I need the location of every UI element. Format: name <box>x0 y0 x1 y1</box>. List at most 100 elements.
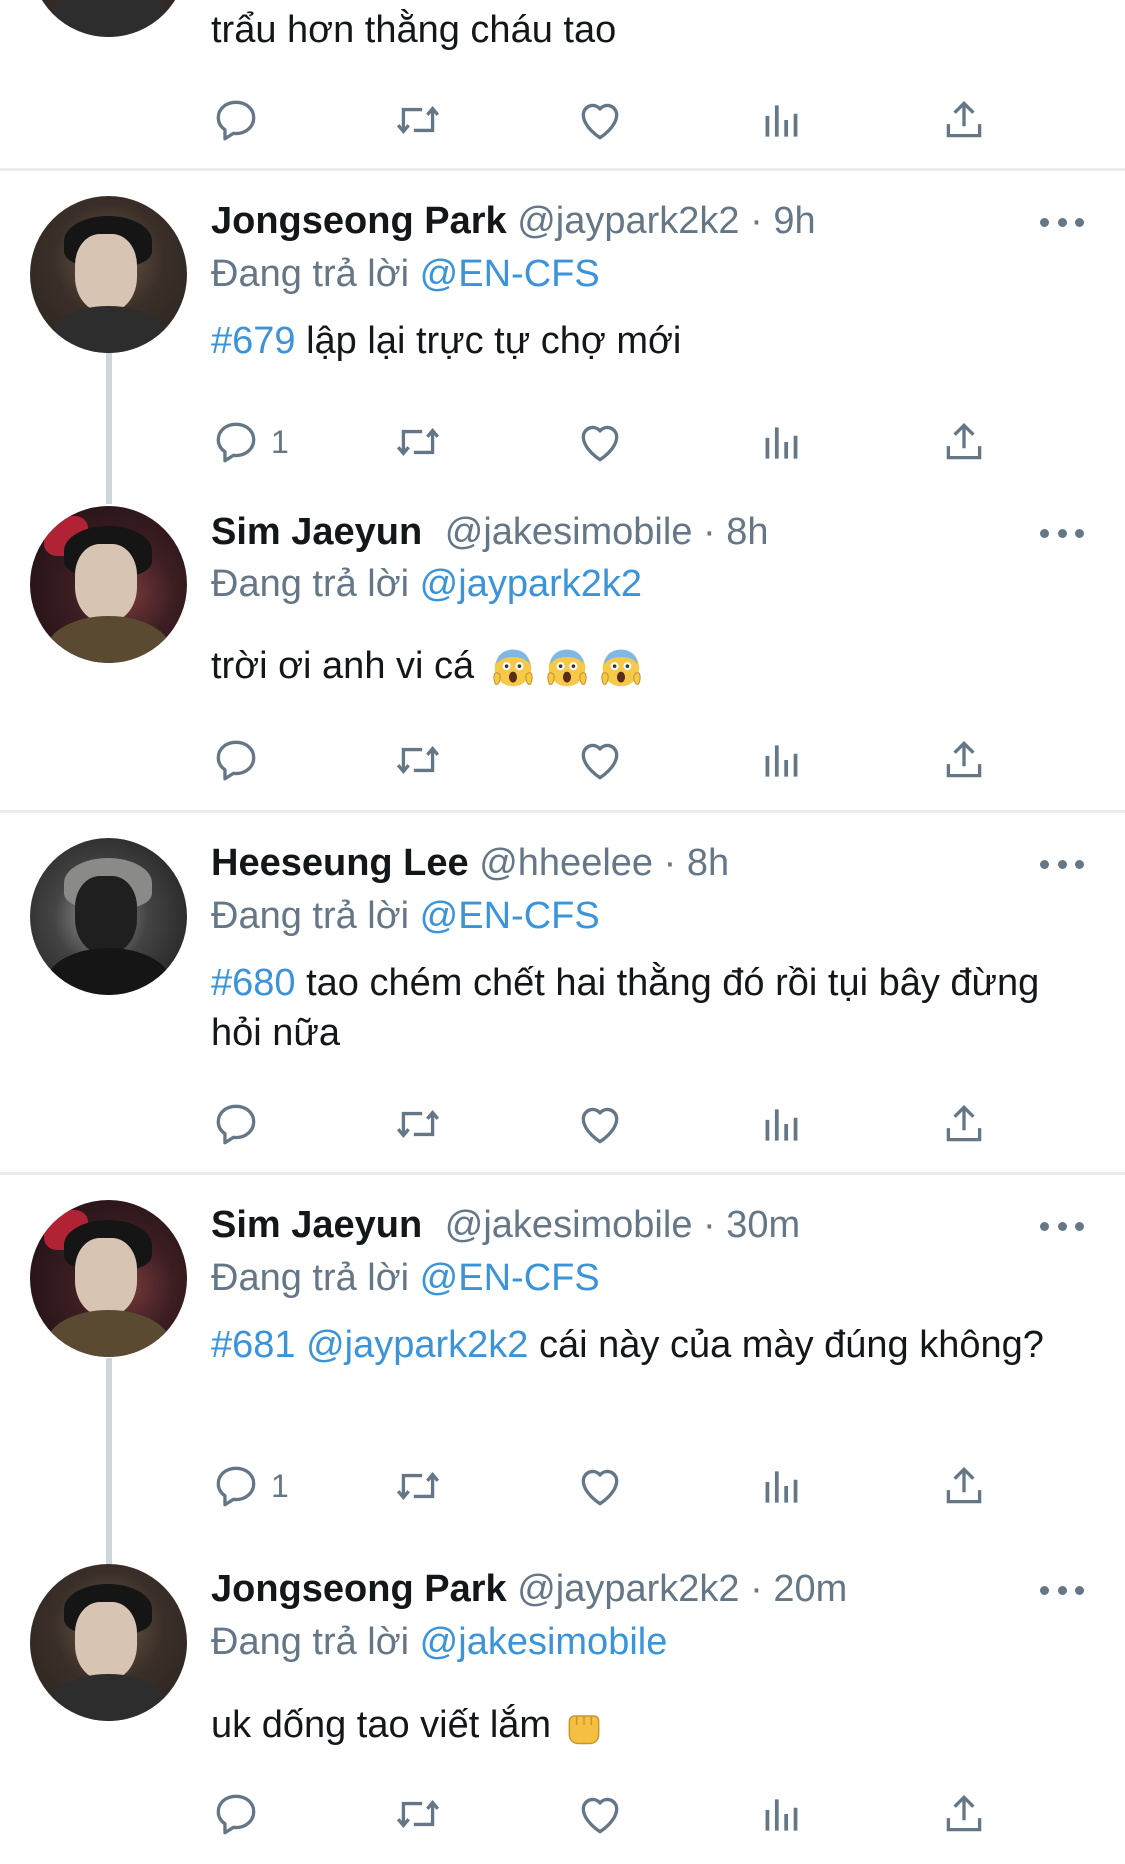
divider <box>0 1172 1125 1175</box>
tweet-text: #681 @jaypark2k2 cái này của mày đúng kh… <box>211 1320 1091 1370</box>
reply-button[interactable] <box>211 730 261 790</box>
retweet-icon <box>393 1789 443 1839</box>
share-icon <box>939 95 989 145</box>
more-options-button[interactable] <box>1040 523 1084 543</box>
share-button[interactable] <box>939 1456 989 1516</box>
reply-button[interactable] <box>211 90 261 150</box>
mention-link[interactable]: @jaypark2k2 <box>296 1324 528 1366</box>
reply-context: Đang trả lời @EN-CFS <box>211 250 600 298</box>
reply-mention-link[interactable]: @jakesimobile <box>420 1621 668 1663</box>
reply-mention-link[interactable]: @EN-CFS <box>420 253 600 295</box>
retweet-button[interactable] <box>393 412 443 472</box>
user-handle[interactable]: @jaypark2k2 <box>517 1568 739 1610</box>
retweet-button[interactable] <box>393 730 443 790</box>
analytics-button[interactable] <box>757 1784 807 1844</box>
analytics-icon <box>757 95 807 145</box>
retweet-button[interactable] <box>393 1456 443 1516</box>
like-button[interactable] <box>575 1456 625 1516</box>
display-name[interactable]: Sim Jaeyun <box>211 511 422 553</box>
tweet-header: Heeseung Lee @hheelee · 8h <box>211 839 729 887</box>
tweet-actions <box>211 730 1011 790</box>
analytics-button[interactable] <box>757 1094 807 1154</box>
tweet-header: Sim Jaeyun @jakesimobile · 8h <box>211 508 769 556</box>
hashtag-link[interactable]: #679 <box>211 320 296 362</box>
tweet-body: tao chém chết hai thằng đó rồi tụi bây đ… <box>211 962 1040 1054</box>
retweet-button[interactable] <box>393 1094 443 1154</box>
reply-mention-link[interactable]: @jaypark2k2 <box>420 563 642 605</box>
avatar[interactable] <box>30 506 187 663</box>
display-name[interactable]: Jongseong Park <box>211 200 507 242</box>
avatar[interactable] <box>30 0 187 37</box>
analytics-button[interactable] <box>757 1456 807 1516</box>
more-options-button[interactable] <box>1040 1580 1084 1600</box>
timestamp[interactable]: · 8h <box>703 511 768 553</box>
like-button[interactable] <box>575 1784 625 1844</box>
timestamp[interactable]: · 9h <box>750 200 815 242</box>
tweet-actions <box>211 1784 1011 1844</box>
retweet-icon <box>393 417 443 467</box>
share-button[interactable] <box>939 1094 989 1154</box>
tweet-text: trời ơi anh vi cá <box>211 641 1091 691</box>
avatar[interactable] <box>30 1564 187 1721</box>
analytics-button[interactable] <box>757 730 807 790</box>
share-button[interactable] <box>939 730 989 790</box>
tweet-body: cái này của mày đúng không? <box>528 1324 1044 1366</box>
more-options-button[interactable] <box>1040 854 1084 874</box>
more-options-button[interactable] <box>1040 1216 1084 1236</box>
like-button[interactable] <box>575 412 625 472</box>
retweet-button[interactable] <box>393 1784 443 1844</box>
analytics-button[interactable] <box>757 90 807 150</box>
reply-mention-link[interactable]: @EN-CFS <box>420 1257 600 1299</box>
share-button[interactable] <box>939 90 989 150</box>
more-options-button[interactable] <box>1040 212 1084 232</box>
user-handle[interactable]: @jakesimobile <box>445 1204 693 1246</box>
timestamp[interactable]: · 8h <box>664 842 729 884</box>
display-name[interactable]: Sim Jaeyun <box>211 1204 422 1246</box>
reply-button[interactable] <box>211 1094 261 1154</box>
retweet-icon <box>393 735 443 785</box>
reply-button[interactable] <box>211 1784 261 1844</box>
retweet-icon <box>393 1099 443 1149</box>
tweet-text: uk dống tao viết lắm <box>211 1700 1091 1750</box>
like-button[interactable] <box>575 1094 625 1154</box>
tweet-body: uk dống tao viết lắm <box>211 1704 562 1746</box>
avatar[interactable] <box>30 196 187 353</box>
share-button[interactable] <box>939 1784 989 1844</box>
reply-button[interactable]: 1 <box>211 412 289 472</box>
hashtag-link[interactable]: #680 <box>211 962 296 1004</box>
tweet-item[interactable]: trẩu hơn thằng cháu tao <box>0 0 1125 170</box>
like-button[interactable] <box>575 730 625 790</box>
tweet-actions <box>211 90 1011 150</box>
tweet-item[interactable]: Heeseung Lee @hheelee · 8h Đang trả lời … <box>0 814 1125 1174</box>
analytics-icon <box>757 417 807 467</box>
user-handle[interactable]: @jakesimobile <box>445 511 693 553</box>
user-handle[interactable]: @hheelee <box>479 842 653 884</box>
avatar[interactable] <box>30 838 187 995</box>
avatar[interactable] <box>30 1200 187 1357</box>
hashtag-link[interactable]: #681 <box>211 1324 296 1366</box>
share-icon <box>939 417 989 467</box>
reply-mention-link[interactable]: @EN-CFS <box>420 895 600 937</box>
timestamp[interactable]: · 30m <box>703 1204 800 1246</box>
heart-icon <box>575 735 625 785</box>
analytics-button[interactable] <box>757 412 807 472</box>
fist-emoji-icon <box>562 1705 606 1749</box>
tweet-item[interactable]: Sim Jaeyun @jakesimobile · 30m Đang trả … <box>0 1176 1125 1546</box>
reply-prefix: Đang trả lời <box>211 563 410 605</box>
reply-icon <box>211 95 261 145</box>
tweet-item[interactable]: Jongseong Park @jaypark2k2 · 9h Đang trả… <box>0 172 1125 492</box>
display-name[interactable]: Heeseung Lee <box>211 842 469 884</box>
reply-button[interactable]: 1 <box>211 1456 289 1516</box>
like-button[interactable] <box>575 90 625 150</box>
tweet-item[interactable]: Jongseong Park @jaypark2k2 · 20m Đang tr… <box>0 1550 1125 1864</box>
heart-icon <box>575 95 625 145</box>
display-name[interactable]: Jongseong Park <box>211 1568 507 1610</box>
user-handle[interactable]: @jaypark2k2 <box>517 200 739 242</box>
tweet-body: trời ơi anh vi cá <box>211 645 485 687</box>
scream-emoji-icon <box>545 646 589 690</box>
timestamp[interactable]: · 20m <box>750 1568 847 1610</box>
tweet-item[interactable]: Sim Jaeyun @jakesimobile · 8h Đang trả l… <box>0 496 1125 812</box>
share-button[interactable] <box>939 412 989 472</box>
retweet-button[interactable] <box>393 90 443 150</box>
share-icon <box>939 1461 989 1511</box>
